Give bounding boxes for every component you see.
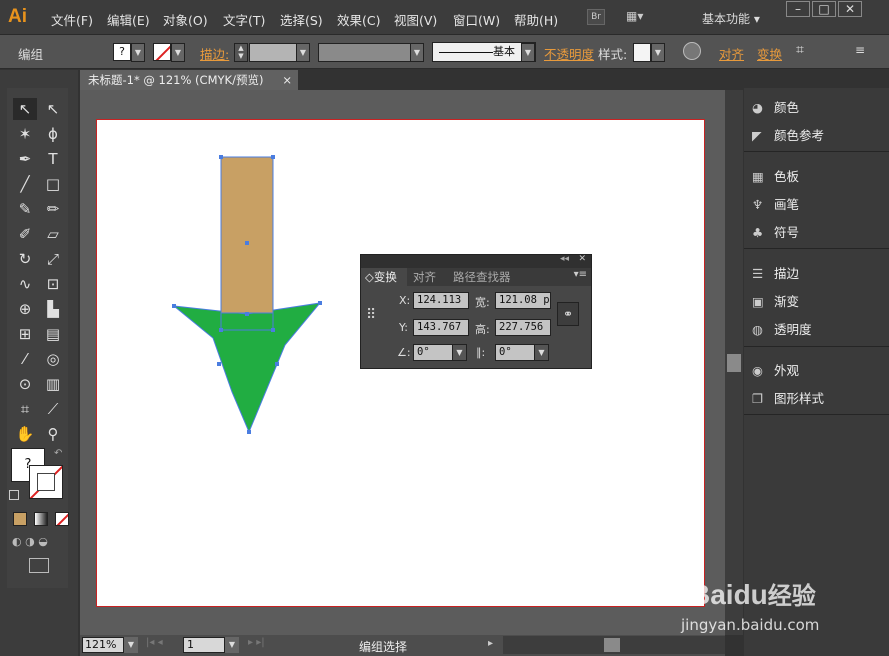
watermark-url: jingyan.baidu.com [681,616,820,634]
artboard-number-field[interactable]: 1 [183,637,225,653]
y-field[interactable]: 143.767 [413,319,469,336]
collapse-icon[interactable]: ◂◂ [560,254,569,264]
zoom-dropdown-icon[interactable]: ▼ [124,637,138,653]
swatches-icon: ▦ [752,169,764,184]
panel-color-guide-label: 颜色参考 [774,128,825,143]
y-label: Y: [399,321,408,334]
shear-dropdown-icon[interactable]: ▼ [534,344,549,361]
watermark-logo: Baidu经验 [690,576,816,611]
appearance-icon: ◉ [752,363,763,378]
x-field[interactable]: 124.113 [413,292,469,309]
panel-swatches-label: 色板 [774,169,800,184]
panel-appearance-label: 外观 [774,363,800,378]
stroke-lines-icon: ☰ [752,266,764,281]
panel-symbols[interactable]: ♣ 符号 [752,222,799,241]
panel-close-icon[interactable]: ✕ [578,254,586,264]
width-field[interactable]: 121.08 p [495,292,551,309]
panel-appearance[interactable]: ◉ 外观 [752,360,799,379]
panel-color-label: 颜色 [774,100,800,115]
tan-shaft-rect[interactable] [220,156,274,314]
brush-icon: ♆ [752,197,764,212]
status-text: 编组选择 [359,640,408,654]
green-arrowhead[interactable] [172,302,322,434]
zoom-field[interactable]: 121% [82,637,124,653]
panel-menu-icon[interactable]: ▾≡ [574,269,587,280]
gradient-icon: ▣ [752,294,764,309]
club-icon: ♣ [752,225,764,240]
rotate-dropdown-icon[interactable]: ▼ [452,344,467,361]
status-menu-icon[interactable]: ▸ [488,638,493,649]
divider [744,248,889,249]
horizontal-scroll-thumb[interactable] [604,638,620,652]
watermark-brand: Baidu [690,579,768,610]
constrain-proportions-icon[interactable]: ⚭ [557,302,579,326]
panel-transparency-label: 透明度 [774,322,812,337]
divider [744,414,889,415]
panel-color-guide[interactable]: ◤ 颜色参考 [752,125,824,144]
next-artboard-icon[interactable]: ▸ ▸| [248,637,265,648]
watermark-cn: 经验 [767,583,816,610]
tab-transform[interactable]: ◇变换 [361,268,407,286]
shear-field[interactable]: 0° [495,344,535,361]
height-label: 高: [475,323,490,336]
panel-color[interactable]: ◕ 颜色 [752,97,799,116]
width-label: 宽: [475,296,490,309]
height-field[interactable]: 227.756 [495,319,551,336]
divider [744,151,889,152]
palette-icon: ◕ [752,100,763,115]
x-label: X: [399,294,411,307]
graphic-styles-icon: ❐ [752,391,764,406]
panel-stroke-label: 描边 [774,266,800,281]
panel-tabs: ◇变换 对齐 路径查找器 ▾≡ [361,268,591,286]
panel-header[interactable]: ◂◂ ✕ [361,254,591,268]
horizontal-scrollbar[interactable] [503,636,725,654]
rotate-field[interactable]: 0° [413,344,453,361]
color-guide-icon: ◤ [752,128,762,143]
vertical-scrollbar[interactable] [725,90,743,635]
panel-stroke[interactable]: ☰ 描边 [752,263,799,282]
tab-transform-label: 变换 [373,270,397,284]
divider [744,346,889,347]
first-artboard-icon[interactable]: |◂ ◂ [146,637,163,648]
panel-dock: ◕ 颜色 ◤ 颜色参考 ▦ 色板 ♆ 画笔 ♣ 符号 ☰ 描边 ▣ 渐变 ◍ 透明度 ◉ 外观 ❐… [744,88,889,656]
reference-point-icon[interactable]: ⠿ [366,305,386,325]
transform-panel: ◂◂ ✕ ◇变换 对齐 路径查找器 ▾≡ ⠿ X: 124.113 宽: 121.… [360,254,592,369]
panel-gradient-label: 渐变 [774,294,800,309]
rotate-icon: ∠: [397,346,411,359]
vertical-scroll-thumb[interactable] [727,354,741,372]
shear-icon: ∥: [476,346,486,359]
panel-gradient[interactable]: ▣ 渐变 [752,291,799,310]
panel-brushes[interactable]: ♆ 画笔 [752,194,799,213]
panel-graphic-styles[interactable]: ❐ 图形样式 [752,388,824,407]
artboard-dropdown-icon[interactable]: ▼ [225,637,239,653]
panel-graphic-styles-label: 图形样式 [774,391,825,406]
tab-align[interactable]: 对齐 [413,268,436,286]
tab-pathfinder[interactable]: 路径查找器 [453,268,511,286]
panel-swatches[interactable]: ▦ 色板 [752,166,799,185]
panel-symbols-label: 符号 [774,225,800,240]
panel-transparency[interactable]: ◍ 透明度 [752,319,812,338]
transparency-icon: ◍ [752,322,763,337]
panel-brushes-label: 画笔 [774,197,800,212]
